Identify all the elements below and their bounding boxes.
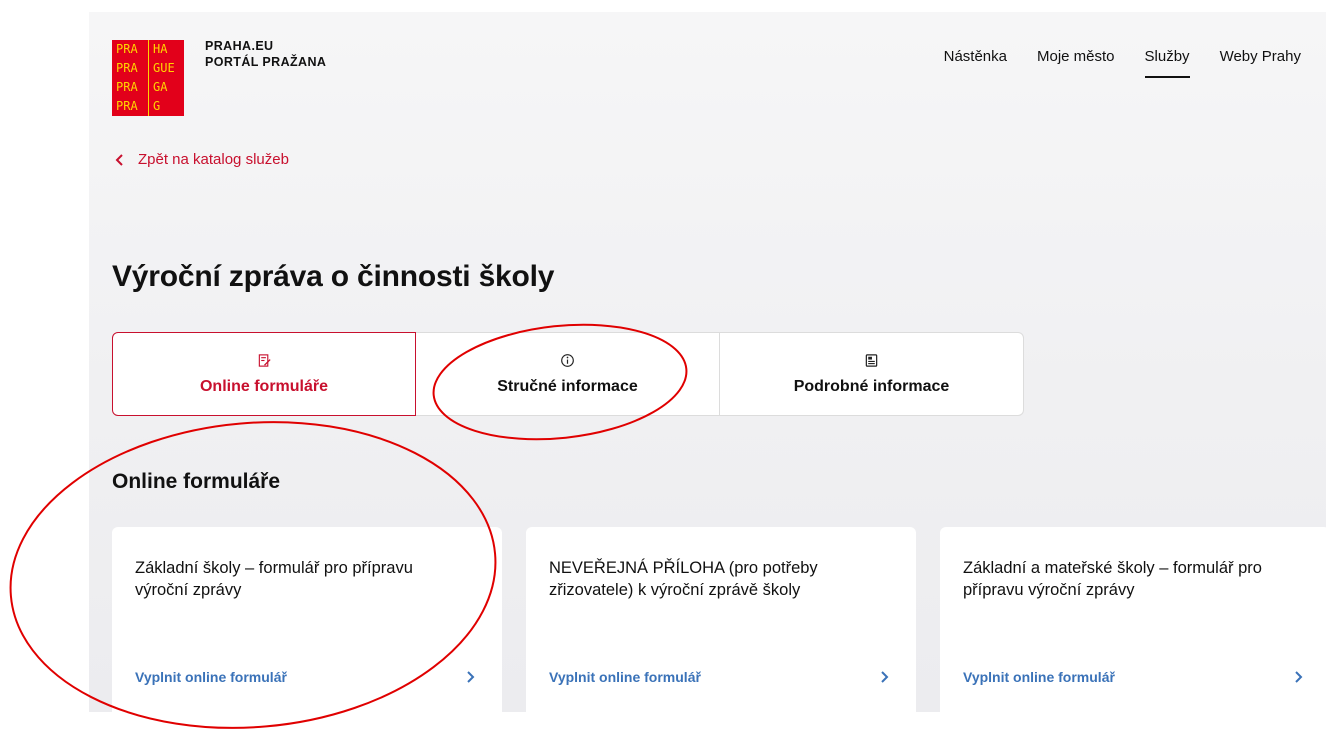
logo-text: PRA [116, 80, 138, 94]
nav-item-weby-prahy[interactable]: Weby Prahy [1220, 48, 1301, 75]
nav-item-sluzby[interactable]: Služby [1144, 48, 1190, 78]
form-edit-icon [258, 353, 271, 367]
tab-strucne-informace[interactable]: Stručné informace [416, 332, 720, 416]
brand-line-1: PRAHA.EU [205, 39, 274, 53]
tab-label: Podrobné informace [793, 377, 950, 395]
card-title: Základní a mateřské školy – formulář pro… [963, 559, 1262, 599]
card-link[interactable]: Vyplnit online formulář [135, 669, 287, 685]
prague-logo[interactable]: PRA HA PRA GUE PRA GA PRA G [112, 40, 184, 116]
brand-name[interactable]: PRAHA.EU PORTÁL PRAŽANA [205, 38, 326, 70]
brand-line-2: PORTÁL PRAŽANA [205, 55, 327, 69]
chevron-right-icon[interactable] [1294, 670, 1304, 684]
chevron-right-icon[interactable] [466, 670, 476, 684]
nav-item-nastenka[interactable]: Nástěnka [944, 48, 1007, 75]
logo-text: HA [148, 40, 184, 59]
tab-label: Stručné informace [497, 377, 638, 395]
info-icon [561, 353, 574, 367]
tab-bar: Online formuláře Stručné informace Podro… [112, 332, 1024, 416]
page-title: Výroční zpráva o činnosti školy [112, 260, 555, 293]
section-title: Online formuláře [112, 470, 281, 493]
main-nav: Nástěnka Moje město Služby Weby Prahy [944, 48, 1301, 78]
card-link[interactable]: Vyplnit online formulář [963, 669, 1115, 685]
app-page: PRA HA PRA GUE PRA GA PRA G PRAHA.EU POR… [89, 12, 1326, 712]
logo-text: GUE [148, 59, 184, 78]
card-title: NEVEŘEJNÁ PŘÍLOHA (pro potřeby zřizovate… [549, 559, 818, 599]
chevron-left-icon [115, 153, 123, 166]
nav-item-moje-mesto[interactable]: Moje město [1037, 48, 1115, 75]
tab-label: Online formuláře [199, 377, 329, 395]
back-link[interactable]: Zpět na katalog služeb [114, 151, 289, 168]
card-link[interactable]: Vyplnit online formulář [549, 669, 701, 685]
card-title: Základní školy – formulář pro přípravu v… [135, 559, 413, 599]
logo-text: GA [148, 78, 184, 97]
form-card[interactable]: Základní školy – formulář pro přípravu v… [112, 527, 502, 712]
back-link-label: Zpět na katalog služeb [138, 151, 289, 168]
tab-podrobne-informace[interactable]: Podrobné informace [720, 332, 1024, 416]
tab-online-formulare[interactable]: Online formuláře [112, 332, 416, 416]
form-card[interactable]: Základní a mateřské školy – formulář pro… [940, 527, 1326, 712]
logo-text: G [148, 97, 184, 116]
logo-text: PRA [116, 99, 138, 113]
logo-text: PRA [116, 42, 138, 56]
document-icon [865, 353, 878, 367]
chevron-right-icon[interactable] [880, 670, 890, 684]
logo-text: PRA [116, 61, 138, 75]
form-card[interactable]: NEVEŘEJNÁ PŘÍLOHA (pro potřeby zřizovate… [526, 527, 916, 712]
